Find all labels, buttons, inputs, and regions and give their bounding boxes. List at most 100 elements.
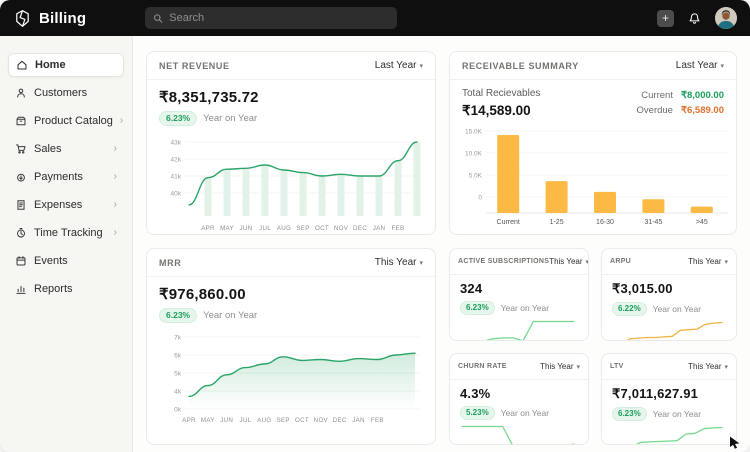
arpu-sparkline (612, 320, 726, 341)
chevron-down-icon: ▾ (419, 259, 423, 267)
svg-text:4k: 4k (174, 389, 182, 396)
svg-text:NOV: NOV (314, 417, 329, 424)
chevron-down-icon: ▾ (419, 62, 423, 70)
svg-text:0: 0 (478, 195, 482, 202)
delta-badge: 6.23% (159, 308, 197, 323)
receivable-aging-chart: 15.0K10.0K5.0K0Current1-2516-3031-45>45 (450, 121, 736, 232)
svg-text:APR: APR (201, 225, 215, 232)
net-revenue-range-dropdown[interactable]: Last Year ▾ (375, 60, 423, 71)
user-avatar[interactable] (715, 7, 737, 29)
overdue-label: Overdue (637, 105, 673, 116)
sidebar-item-events[interactable]: Events (8, 249, 124, 273)
card-title: CHURN RATE (458, 363, 507, 370)
delta-badge: 6.22% (612, 302, 647, 316)
chevron-down-icon: ▾ (724, 258, 728, 266)
current-value: ₹8,000.00 (681, 90, 724, 101)
range-value: Last Year (375, 60, 417, 71)
dashboard: NET REVENUE Last Year ▾ ₹8,351,735.72 6.… (133, 36, 750, 452)
active-subscriptions-card: ACTIVE SUBSCRIPTIONS This Year ▾ 324 6.2… (449, 248, 589, 341)
card-title: ARPU (610, 258, 631, 265)
events-calendar-icon (15, 255, 27, 267)
delta-caption: Year on Year (501, 303, 549, 313)
mrr-value: ₹976,860.00 (159, 285, 423, 303)
chevron-down-icon: ▾ (720, 62, 724, 70)
svg-text:AUG: AUG (277, 225, 291, 232)
sidebar-item-expenses[interactable]: Expenses › (8, 193, 124, 217)
svg-text:5.0K: 5.0K (469, 173, 483, 180)
delta-badge: 6.23% (460, 301, 495, 315)
billing-logo-icon (13, 9, 32, 28)
sidebar-item-reports[interactable]: Reports (8, 277, 124, 301)
sidebar-item-home[interactable]: Home (8, 53, 124, 77)
range-value: Last Year (676, 60, 718, 71)
sidebar-item-label: Sales (34, 143, 62, 155)
range-value: This Year (688, 257, 721, 266)
sidebar-item-time-tracking[interactable]: Time Tracking › (8, 221, 124, 245)
svg-text:JUN: JUN (240, 225, 253, 232)
delta-badge: 6.23% (159, 111, 197, 126)
svg-text:7k: 7k (174, 335, 182, 342)
churn-rate-value: 4.3% (460, 386, 578, 401)
svg-text:SEP: SEP (277, 417, 290, 424)
card-title: RECEIVABLE SUMMARY (462, 61, 579, 71)
delta-caption: Year on Year (203, 113, 257, 124)
svg-text:43k: 43k (171, 140, 182, 147)
svg-text:FEB: FEB (371, 417, 384, 424)
card-title: ACTIVE SUBSCRIPTIONS (458, 258, 549, 265)
active-subscriptions-range-dropdown[interactable]: This Year ▾ (549, 257, 589, 266)
sidebar-item-sales[interactable]: Sales › (8, 137, 124, 161)
mrr-range-dropdown[interactable]: This Year ▾ (375, 257, 423, 268)
churn-rate-sparkline (460, 424, 578, 445)
expenses-icon (15, 199, 27, 211)
svg-text:DEC: DEC (333, 417, 347, 424)
card-title: NET REVENUE (159, 61, 230, 71)
svg-text:FEB: FEB (392, 225, 405, 232)
delta-caption: Year on Year (501, 408, 549, 418)
current-label: Current (637, 90, 673, 101)
card-title: MRR (159, 258, 181, 268)
svg-text:JAN: JAN (352, 417, 365, 424)
notifications-bell-icon[interactable] (687, 11, 702, 26)
ltv-range-dropdown[interactable]: This Year ▾ (688, 362, 728, 371)
ltv-sparkline (612, 425, 726, 445)
app-title: Billing (39, 10, 86, 27)
sidebar-item-product-catalog[interactable]: Product Catalog › (8, 109, 124, 133)
chevron-right-icon: › (120, 116, 123, 126)
sidebar-item-label: Product Catalog (34, 115, 113, 127)
receivable-range-dropdown[interactable]: Last Year ▾ (676, 60, 724, 71)
sidebar-item-label: Events (34, 255, 68, 267)
sidebar: Home Customers Product Catalog › Sales ›… (0, 36, 133, 452)
svg-text:41k: 41k (171, 174, 182, 181)
ltv-value: ₹7,011,627.91 (612, 386, 726, 402)
sidebar-item-label: Home (35, 59, 66, 71)
reports-icon (15, 283, 27, 295)
sidebar-item-customers[interactable]: Customers (8, 81, 124, 105)
sidebar-item-label: Expenses (34, 199, 82, 211)
sidebar-item-payments[interactable]: Payments › (8, 165, 124, 189)
svg-text:>45: >45 (696, 219, 708, 226)
svg-text:OCT: OCT (295, 417, 309, 424)
range-value: This Year (688, 362, 721, 371)
sales-cart-icon (15, 143, 27, 155)
net-revenue-value: ₹8,351,735.72 (159, 88, 423, 106)
svg-text:10.0K: 10.0K (465, 151, 483, 158)
total-receivables-label: Total Recievables (462, 88, 540, 99)
chevron-right-icon: › (114, 172, 117, 182)
range-value: This Year (540, 362, 573, 371)
search-icon (153, 13, 163, 24)
mrr-chart: 7k6k5k4k0kAPRMAYJUNJULAUGSEPOCTNOVDECJAN… (159, 327, 423, 434)
search-bar[interactable] (145, 7, 397, 29)
svg-text:MAY: MAY (201, 417, 215, 424)
churn-rate-range-dropdown[interactable]: This Year ▾ (540, 362, 580, 371)
svg-text:0k: 0k (174, 407, 182, 414)
svg-text:40k: 40k (171, 191, 182, 198)
add-new-button[interactable]: + (657, 10, 674, 27)
delta-badge: 6.23% (612, 407, 647, 421)
chevron-right-icon: › (114, 228, 117, 238)
chevron-down-icon: ▾ (576, 363, 580, 371)
active-subscriptions-sparkline (460, 319, 578, 341)
arpu-range-dropdown[interactable]: This Year ▾ (688, 257, 728, 266)
search-input[interactable] (169, 12, 389, 24)
arpu-value: ₹3,015.00 (612, 281, 726, 297)
delta-badge: 5.23% (460, 406, 495, 420)
